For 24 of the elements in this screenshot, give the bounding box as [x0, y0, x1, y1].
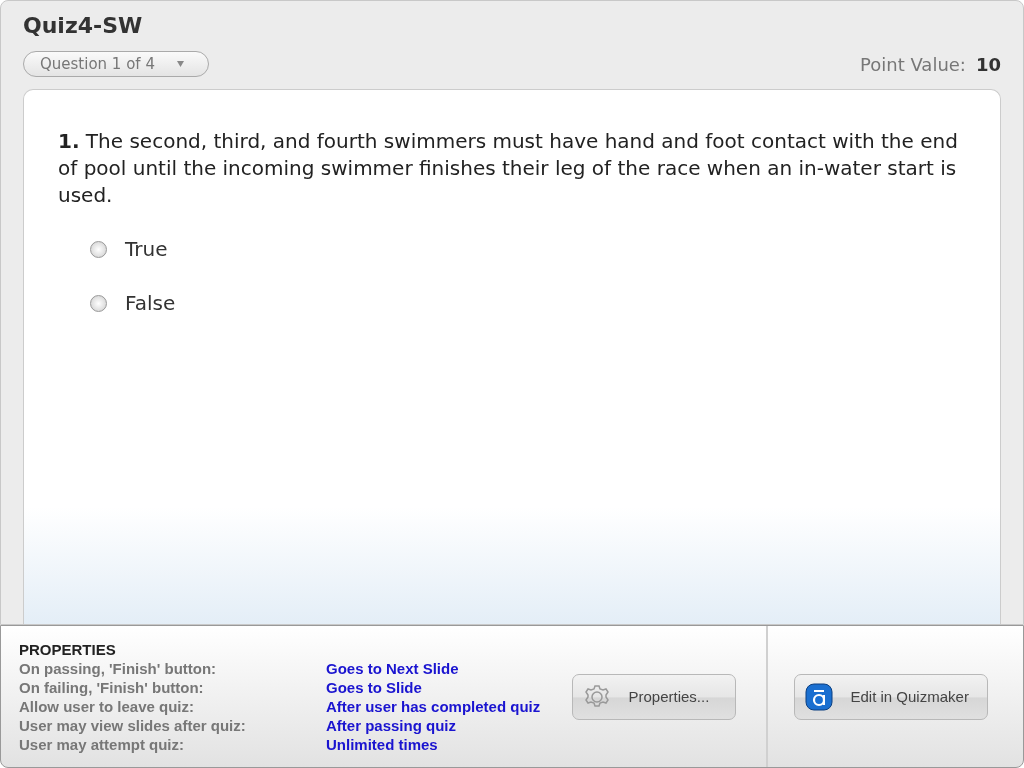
radio-button[interactable]	[90, 240, 107, 258]
edit-in-quizmaker-button[interactable]: Edit in Quizmaker	[793, 673, 988, 720]
property-label: On failing, 'Finish' button:	[19, 678, 205, 697]
caret-icon	[176, 61, 184, 67]
properties-heading: PROPERTIES	[19, 640, 117, 659]
property-value: After user has completed quiz	[326, 697, 541, 716]
quizmaker-logo-icon	[804, 682, 833, 711]
point-value-label: Point Value:	[860, 53, 966, 75]
question-selector[interactable]: Question 1 of 4	[23, 51, 209, 77]
property-label: User may attempt quiz:	[19, 735, 186, 754]
property-value: Goes to Next Slide	[326, 659, 459, 678]
option-label: True	[125, 237, 168, 261]
property-label: User may view slides after quiz:	[19, 716, 247, 735]
properties-button[interactable]: Properties...	[571, 673, 736, 720]
property-label: On passing, 'Finish' button:	[19, 659, 218, 678]
question-text: 1. The second, third, and fourth swimmers must have hand and foot contact with the end of pool until the incoming swimmer finishes their leg of the race when an in-water start is used.	[58, 128, 958, 209]
property-value: After passing quiz	[326, 716, 456, 735]
point-value: 10	[975, 53, 1001, 75]
property-value: Goes to Slide	[326, 678, 422, 697]
property-value: Unlimited times	[326, 735, 438, 754]
quiz-title: Quiz4-SW	[23, 13, 144, 40]
radio-button[interactable]	[90, 294, 107, 312]
option-label: False	[125, 291, 176, 315]
property-label: Allow user to leave quiz:	[19, 697, 196, 716]
